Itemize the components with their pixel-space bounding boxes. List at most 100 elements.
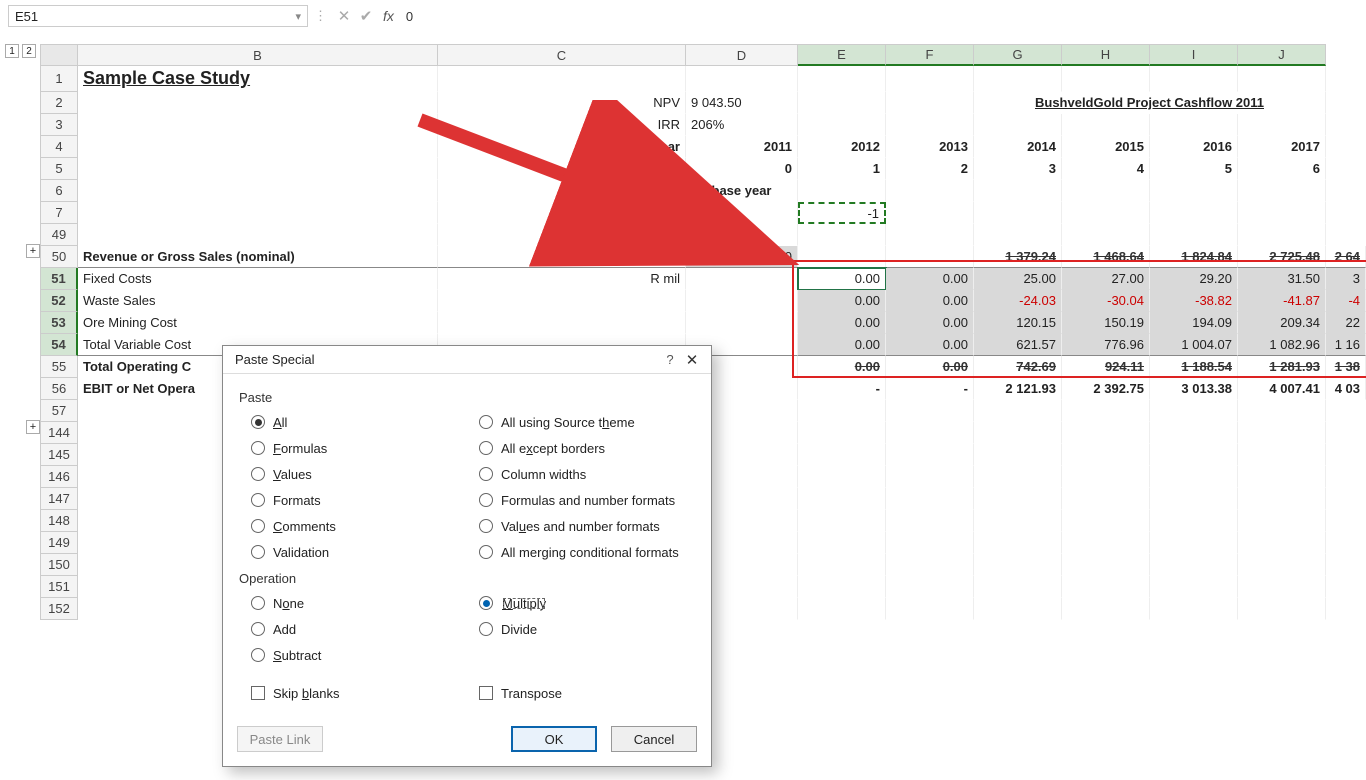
cell[interactable] [886, 444, 974, 466]
cancel-formula-icon[interactable]: ✕ [333, 7, 355, 25]
cell[interactable] [798, 510, 886, 532]
cell-d[interactable] [686, 268, 798, 290]
cell[interactable] [974, 224, 1062, 246]
cell[interactable] [974, 114, 1062, 136]
cell[interactable]: 22 [1326, 312, 1366, 334]
cell[interactable] [1238, 224, 1326, 246]
label-npv[interactable]: NPV [438, 92, 686, 114]
cell[interactable] [1150, 466, 1238, 488]
cell[interactable] [974, 554, 1062, 576]
cell[interactable] [974, 598, 1062, 620]
paste-option-comments[interactable]: Comments [239, 513, 467, 539]
data-cell[interactable]: 0.00 [886, 312, 974, 334]
cell[interactable] [1238, 576, 1326, 598]
cell[interactable] [1150, 554, 1238, 576]
paste-option-formulas[interactable]: Formulas [239, 435, 467, 461]
cell[interactable] [78, 158, 438, 180]
label-cal-year[interactable]: Calendar Year [438, 136, 686, 158]
cell[interactable] [1150, 114, 1238, 136]
row-header-150[interactable]: 150 [40, 554, 78, 576]
row-header-144[interactable]: 144 [40, 422, 78, 444]
cell[interactable]: 5 [1150, 158, 1238, 180]
row-header-145[interactable]: 145 [40, 444, 78, 466]
cell[interactable] [1238, 180, 1326, 202]
cell[interactable] [78, 92, 438, 114]
cell[interactable] [886, 180, 974, 202]
data-cell[interactable]: 194.09 [1150, 312, 1238, 334]
cell[interactable] [1062, 114, 1150, 136]
cell[interactable] [798, 466, 886, 488]
paste-option-formats[interactable]: Formats [239, 487, 467, 513]
column-header-G[interactable]: G [974, 44, 1062, 66]
row-header-3[interactable]: 3 [40, 114, 78, 136]
column-header-B[interactable]: B [78, 44, 438, 66]
cell[interactable] [78, 202, 438, 224]
cell-d[interactable]: 1 000 000 [686, 246, 798, 268]
cell[interactable] [886, 466, 974, 488]
row-header-54[interactable]: 54 [40, 334, 78, 356]
cell[interactable] [1150, 66, 1238, 92]
row-header-6[interactable]: 6 [40, 180, 78, 202]
paste-option-formulas-and-number-formats[interactable]: Formulas and number formats [467, 487, 695, 513]
year[interactable]: 2014 [974, 136, 1062, 158]
data-cell[interactable]: -30.04 [1062, 290, 1150, 312]
accept-formula-icon[interactable]: ✔ [355, 7, 377, 25]
unit[interactable]: R mil [438, 246, 686, 268]
cell[interactable]: 2 64 [1326, 246, 1366, 268]
cell[interactable] [686, 224, 798, 246]
cell[interactable] [1062, 202, 1150, 224]
cell[interactable] [1150, 598, 1238, 620]
cell[interactable] [1238, 114, 1326, 136]
row-header-56[interactable]: 56 [40, 378, 78, 400]
data-cell[interactable]: 29.20 [1150, 268, 1238, 290]
cell[interactable] [438, 66, 686, 92]
outline-level-2[interactable]: 2 [22, 44, 36, 58]
data-cell[interactable]: 742.69 [974, 356, 1062, 378]
cell[interactable] [1150, 488, 1238, 510]
cell[interactable] [1062, 400, 1150, 422]
data-cell[interactable]: 209.34 [1238, 312, 1326, 334]
cell[interactable] [1150, 202, 1238, 224]
column-header-F[interactable]: F [886, 44, 974, 66]
dialog-help-icon[interactable]: ? [659, 352, 681, 367]
cell[interactable] [1150, 510, 1238, 532]
dialog-titlebar[interactable]: Paste Special ? ✕ [223, 346, 711, 374]
row-label[interactable]: Revenue or Gross Sales (nominal) [78, 246, 438, 268]
cell[interactable] [886, 114, 974, 136]
paste-option-all-merging-conditional-formats[interactable]: All merging conditional formats [467, 539, 695, 565]
cell[interactable] [886, 554, 974, 576]
cell[interactable] [974, 576, 1062, 598]
data-cell[interactable]: 0.00 [798, 334, 886, 356]
cell[interactable] [798, 576, 886, 598]
cell[interactable]: 3 [974, 158, 1062, 180]
cell[interactable] [886, 400, 974, 422]
data-cell[interactable]: 0.00 [798, 268, 886, 290]
unit[interactable] [438, 312, 686, 334]
row-header-2[interactable]: 2 [40, 92, 78, 114]
paste-option-values-and-number-formats[interactable]: Values and number formats [467, 513, 695, 539]
year[interactable]: 2012 [798, 136, 886, 158]
paste-option-column-widths[interactable]: Column widths [467, 461, 695, 487]
cell[interactable] [1062, 510, 1150, 532]
cell[interactable] [1238, 532, 1326, 554]
data-cell[interactable]: - [886, 378, 974, 400]
operation-option-multiply[interactable]: Multiply [467, 590, 695, 616]
row-header-52[interactable]: 52 [40, 290, 78, 312]
cell[interactable] [1062, 598, 1150, 620]
row-label[interactable]: Fixed Costs [78, 268, 438, 290]
column-header-H[interactable]: H [1062, 44, 1150, 66]
row-header-55[interactable]: 55 [40, 356, 78, 378]
cell[interactable]: 1 [798, 158, 886, 180]
unit[interactable]: R mil [438, 268, 686, 290]
year[interactable]: 2016 [1150, 136, 1238, 158]
data-cell[interactable]: 1 082.96 [1238, 334, 1326, 356]
skip-blanks-checkbox[interactable]: Skip blanks [239, 680, 467, 706]
cell[interactable] [1238, 400, 1326, 422]
cell[interactable] [798, 422, 886, 444]
row-header-53[interactable]: 53 [40, 312, 78, 334]
fx-label[interactable]: fx [383, 8, 394, 24]
cell[interactable] [886, 576, 974, 598]
cell[interactable] [1062, 488, 1150, 510]
cell[interactable] [686, 66, 798, 92]
row-header-49[interactable]: 49 [40, 224, 78, 246]
